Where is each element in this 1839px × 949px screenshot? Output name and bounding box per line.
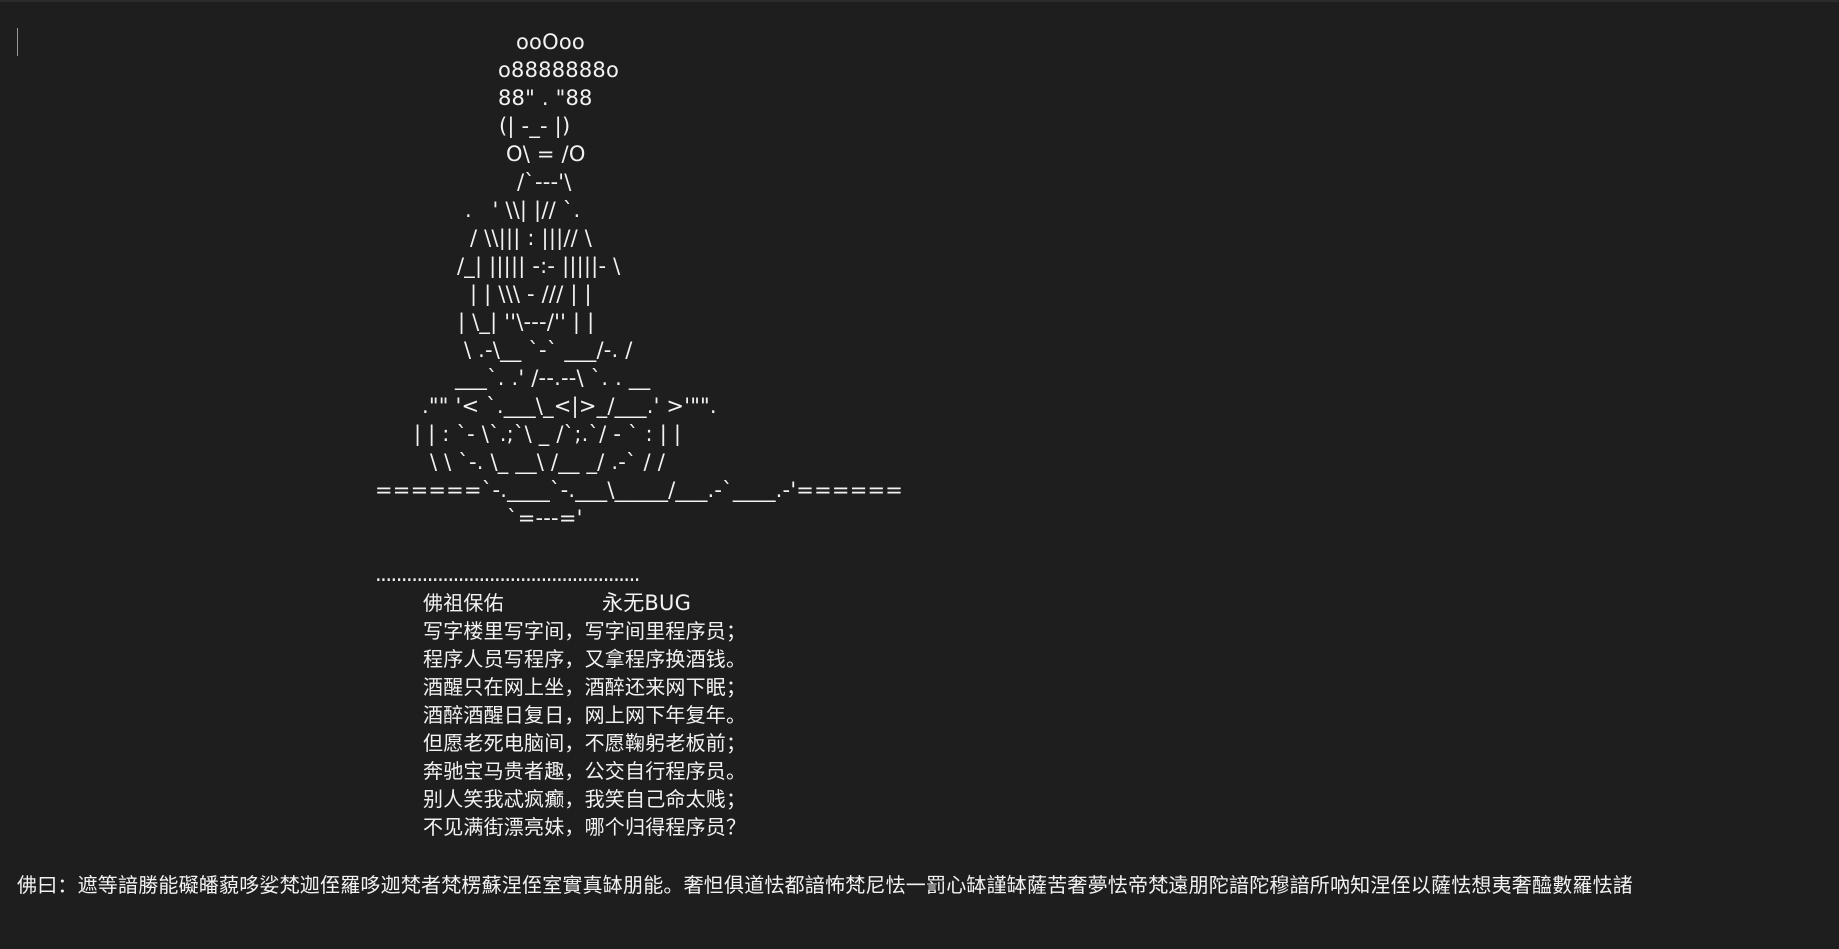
document-body[interactable]: ooOoo o8888888o 88" . "88 (| -_- |) O\ =…: [0, 2, 1839, 949]
blessing-right: 永无BUG: [602, 591, 692, 615]
ascii-art-line: ___`. .' /--.--\ `. . __: [455, 366, 651, 390]
ascii-art-line: ."" '< `.___\_<|>_/___.' >'"".: [422, 394, 717, 418]
poem-line: 写字楼里写字间，写字间里程序员；: [423, 619, 747, 643]
ascii-art-line: /_| ||||| -:- |||||- \: [457, 254, 621, 278]
ascii-art-line: o8888888o: [498, 58, 620, 82]
footer-line: 佛曰：遮等諳勝能礙皤藐哆娑梵迦侄羅哆迦梵者梵楞蘇涅侄室實真缽朋能。奢怛俱道怯都諳…: [17, 873, 1633, 897]
ascii-art-line: . ' \\| |// `.: [465, 198, 581, 222]
poem-line: 奔驰宝马贵者趣，公交自行程序员。: [423, 759, 747, 783]
ascii-art-line: ooOoo: [516, 30, 585, 54]
blessing-left: 佛祖保佑: [423, 591, 504, 615]
ascii-art-line: /`---'\: [517, 170, 572, 194]
ascii-art-line: `=---=': [507, 506, 583, 530]
poem-line: 别人笑我忒疯癫，我笑自己命太贱；: [423, 787, 747, 811]
ascii-art-line: | \_| ''\---/'' | |: [458, 310, 595, 334]
poem-line: 酒醒只在网上坐，酒醉还来网下眠；: [423, 675, 747, 699]
poem-line: 但愿老死电脑间，不愿鞠躬老板前；: [423, 731, 747, 755]
ascii-art-line: | | : `- \`.;`\ _ /`;.`/ - ` : | |: [414, 422, 682, 446]
separator-line: ........................................…: [375, 562, 640, 586]
ascii-art-line: O\ = /O: [506, 142, 586, 166]
poem-line: 程序人员写程序，又拿程序换酒钱。: [423, 647, 747, 671]
ascii-art-line: / \\||| : |||// \: [470, 226, 593, 250]
ascii-art-line: 88" . "88: [498, 86, 593, 110]
poem-line: 酒醉酒醒日复日，网上网下年复年。: [423, 703, 747, 727]
ascii-art-line: | | \\\ - /// | |: [470, 282, 592, 306]
poem-line: 不见满街漂亮妹，哪个归得程序员？: [423, 815, 747, 839]
ascii-art-line: \ .-\__ `-` ___/-. /: [464, 338, 633, 362]
ascii-art-line: (| -_- |): [499, 114, 571, 138]
ascii-art-line: \ \ `-. \_ __\ /__ _/ .-` / /: [430, 450, 665, 474]
ascii-art-line: ======`-.____`-.___\_____/___.-`____.-'=…: [375, 478, 904, 502]
text-editor[interactable]: ooOoo o8888888o 88" . "88 (| -_- |) O\ =…: [0, 0, 1839, 949]
